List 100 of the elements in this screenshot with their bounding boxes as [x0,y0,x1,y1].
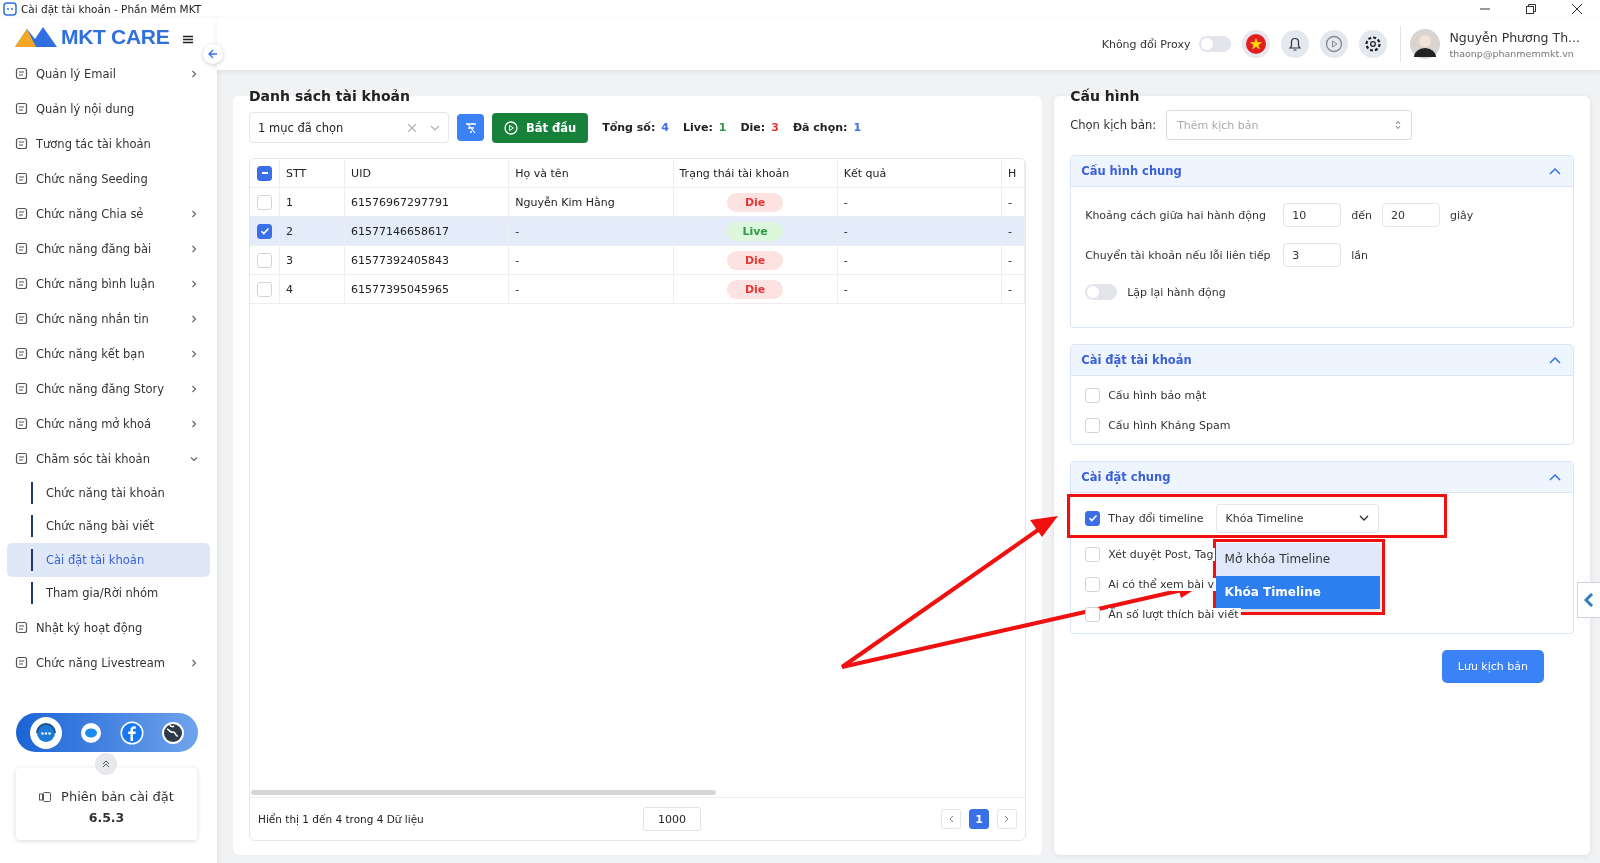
user-name: Nguyễn Phương Th... [1449,29,1580,45]
sidebar-item[interactable]: Quản lý nội dung [7,91,210,126]
document-icon [15,312,28,325]
document-icon [15,67,28,80]
chat-bubble-icon[interactable] [80,721,103,744]
filter-off-button[interactable] [457,114,484,141]
play-icon[interactable] [1320,30,1349,58]
sidebar-item[interactable]: Chức năng đăng bài [7,231,210,266]
account-filter-select[interactable]: 1 mục đã chọn [249,112,449,143]
stat-label: Đã chọn: [792,121,848,134]
stat-value: 4 [661,121,669,134]
timeline-select[interactable]: Khóa Timeline [1215,503,1379,533]
document-icon [15,102,28,115]
facebook-icon[interactable] [119,720,144,745]
submenu-item[interactable]: Chức năng tài khoản [7,476,210,510]
close-icon[interactable] [1572,4,1582,14]
stat-label: Tổng số: [602,121,656,134]
double-chevron-up-icon [102,760,110,768]
status-badge: Die [727,192,784,212]
number-field[interactable]: 10 [1283,203,1342,227]
sidebar-item-label: Chức năng đăng Story [36,381,165,396]
bell-icon[interactable] [1281,30,1310,58]
toggle-switch[interactable] [1085,284,1118,300]
checkbox[interactable] [1085,510,1101,526]
expand-button[interactable] [95,753,117,775]
sidebar-item[interactable]: Nhật ký hoạt động [7,610,210,645]
sidebar-item[interactable]: Tương tác tài khoản [7,126,210,161]
save-script-button[interactable]: Lưu kịch bản [1441,650,1544,683]
sidebar-item-label: Chức năng Livestream [36,655,165,670]
table-cell: Nguyễn Kim Hằng [508,187,673,217]
column-header: STT [279,159,345,188]
document-icon [15,277,28,290]
sidebar-item[interactable]: Chức năng nhắn tin [7,301,210,336]
scrollbar-thumb[interactable] [251,789,716,795]
globe-icon[interactable] [161,720,186,745]
table-cell: - [837,216,1002,246]
sidebar-item[interactable]: Chức năng Livestream [7,645,210,680]
sidebar-item-label: Chức năng Chia sẻ [36,206,144,221]
document-icon [15,452,28,465]
filter-off-icon [464,121,477,134]
section-header[interactable]: Cài đặt tài khoản [1071,345,1573,376]
flag-icon[interactable] [1242,30,1271,58]
stat-label: Live: [683,121,713,134]
status-badge: Live [727,221,784,241]
restore-icon[interactable] [1526,4,1536,14]
document-icon [15,242,28,255]
sidebar-item[interactable]: Chức năng Chia sẻ [7,196,210,231]
check-icon [1087,513,1098,523]
number-field[interactable]: 20 [1381,203,1440,227]
check-icon [259,226,270,236]
section-header[interactable]: Cài đặt chung [1071,462,1573,493]
table-cell: - [1001,274,1025,304]
sidebar-item[interactable]: Chức năng đăng Story [7,371,210,406]
dropdown-option[interactable]: Mở khóa Timeline [1215,542,1380,576]
table-cell: 61577146658617 [344,216,509,246]
checkbox-label: Cấu hình bảo mật [1108,388,1209,402]
play-circle-icon [504,120,518,135]
dropdown-option[interactable]: Khóa Timeline [1215,575,1380,609]
menu-icon[interactable] [183,34,194,44]
table-cell: 3 [279,245,345,275]
sidebar-item[interactable]: Chức năng Seeding [7,161,210,196]
sidebar-item[interactable]: Chức năng kết bạn [7,336,210,371]
checkbox-label: Ẩn số lượt thích bài viết [1108,607,1241,621]
stat-value: 3 [771,121,779,134]
page-button[interactable]: 1 [969,809,990,829]
submenu-item[interactable]: Chức năng bài viết [7,509,210,543]
number-field[interactable]: 3 [1283,243,1342,267]
sidebar-item[interactable]: Chức năng mở khoá [7,406,210,441]
checkbox-label: Cấu hình Kháng Spam [1108,418,1233,432]
proxy-toggle[interactable] [1199,36,1232,52]
sidebar-item-label: Chức năng đăng bài [36,241,152,256]
table-cell: - [1001,187,1025,217]
page-size-field[interactable]: 1000 [643,807,701,831]
logo-icon [13,25,59,49]
sidebar-item[interactable]: Chăm sóc tài khoản [7,441,210,476]
headset-icon[interactable] [28,715,63,750]
checkbox[interactable] [257,223,272,239]
sort-icon [1395,120,1402,130]
submenu-item[interactable]: Tham gia/Rời nhóm [7,576,210,610]
sidebar-item-label: Tương tác tài khoản [36,136,151,151]
sidebar-item[interactable]: Chức năng bình luận [7,266,210,301]
panel-title: Danh sách tài khoản [249,88,411,104]
start-button[interactable]: Bắt đầu [492,112,589,143]
clear-icon[interactable] [408,123,416,132]
sidebar-item[interactable]: Quản lý Email [7,56,210,91]
settings-icon[interactable] [1359,30,1388,58]
stat-label: Die: [740,121,766,134]
checkbox[interactable] [257,165,272,181]
section-header[interactable]: Cấu hình chung [1071,156,1573,187]
side-panel-tab[interactable] [1577,582,1600,618]
status-badge: Die [727,250,784,270]
sidebar-item-label: Chức năng Seeding [36,171,148,186]
proxy-label: Không đổi Proxy [1101,37,1191,51]
document-icon [15,656,28,669]
window-title: Cài đặt tài khoản - Phần Mềm MKT [21,3,202,15]
chevron-left-icon [1584,593,1594,607]
table-cell: - [508,216,673,246]
submenu-item[interactable]: Cài đặt tài khoản [7,543,210,577]
chevron-down-icon [430,124,440,131]
collapse-button[interactable] [203,44,223,64]
